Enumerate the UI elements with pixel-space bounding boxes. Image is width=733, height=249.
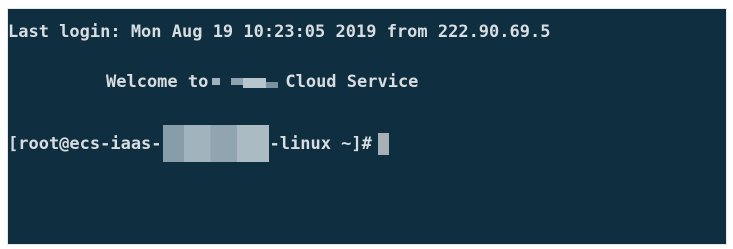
terminal-window[interactable]: Last login: Mon Aug 19 10:23:05 2019 fro… — [7, 8, 727, 245]
welcome-line: Welcome to Cloud Service — [106, 72, 418, 92]
block-cursor-icon — [377, 132, 389, 155]
prompt-prefix: [root@ecs-iaas- — [8, 133, 162, 154]
last-login-line: Last login: Mon Aug 19 10:23:05 2019 fro… — [8, 22, 550, 42]
prompt-suffix: -linux ~]# — [269, 133, 372, 154]
welcome-suffix: Cloud Service — [285, 72, 419, 92]
redacted-hostname — [162, 125, 269, 162]
redacted-brand-name — [208, 72, 285, 92]
welcome-prefix: Welcome to — [106, 72, 209, 92]
command-prompt-line[interactable]: [root@ecs-iaas- -linux ~]# — [8, 125, 389, 162]
last-login-text: Last login: Mon Aug 19 10:23:05 2019 fro… — [8, 22, 551, 42]
